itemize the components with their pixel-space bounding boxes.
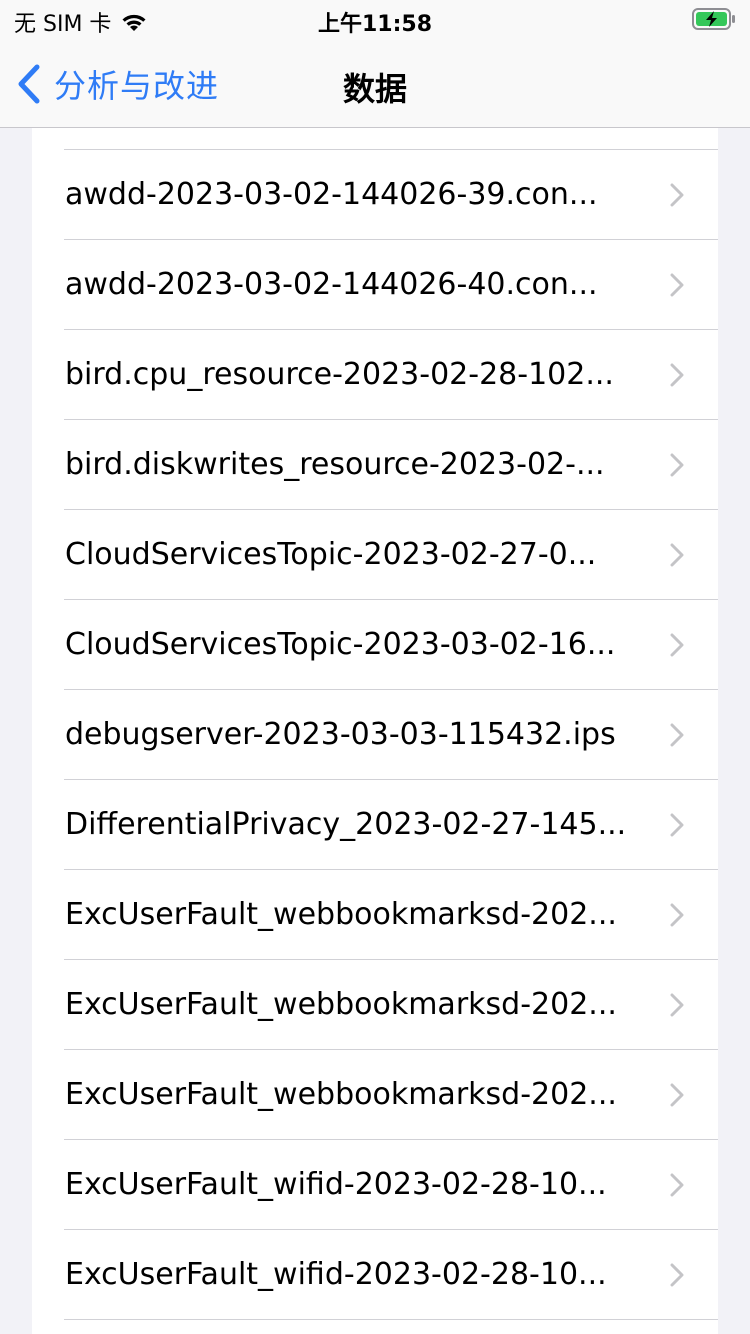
list-item[interactable]: ExcUserFault_wifid-2023-02-28-10... [32,1140,718,1230]
list-item[interactable]: awdd-2023-03-02-144026-39.con... [32,150,718,240]
list-item[interactable]: bird.cpu_resource-2023-02-28-102... [32,330,718,420]
navigation-bar: 分析与改进 数据 [0,40,750,128]
list-item[interactable]: CloudServicesTopic-2023-02-27-0... [32,510,718,600]
chevron-right-icon [670,723,684,747]
list-item-label: debugserver-2023-03-03-115432.ips [65,717,616,752]
list-item-label: bird.diskwrites_resource-2023-02-... [65,447,605,482]
page-title: 数据 [342,70,407,108]
list-item-label: ExcUserFault_webbookmarksd-202... [65,987,617,1022]
list-item-label: CloudServicesTopic-2023-02-27-0... [65,537,597,572]
list-item[interactable]: ExcUserFault_webbookmarksd-202... [32,1050,718,1140]
chevron-right-icon [670,1263,684,1287]
list-item-label: ExcUserFault_wifid-2023-02-28-10... [65,1167,607,1202]
chevron-right-icon [670,273,684,297]
list-item[interactable]: CloudServicesTopic-2023-03-02-16... [32,600,718,690]
list-item-label: bird.cpu_resource-2023-02-28-102... [65,357,614,392]
status-bar: 无 SIM 卡 上午11:58 [0,0,750,40]
status-right [692,8,736,34]
chevron-right-icon [670,183,684,207]
list-item-label: ExcUserFault_webbookmarksd-202... [65,1077,617,1112]
chevron-right-icon [670,1173,684,1197]
list-item-label: DifferentialPrivacy_2023-02-27-145... [65,807,627,842]
list-item-label: awdd-2023-03-02-144026-39.con... [65,177,598,212]
list-item-label: ExcUserFault_wifid-2023-02-28-10... [65,1257,607,1292]
list-item[interactable]: awdd-2023-03-02-144026-40.con... [32,240,718,330]
list-item-partial [32,128,718,150]
status-time: 上午11:58 [317,12,433,37]
chevron-right-icon [670,363,684,387]
chevron-right-icon [670,813,684,837]
list-item-label: awdd-2023-03-02-144026-40.con... [65,267,598,302]
chevron-right-icon [670,543,684,567]
list-item[interactable]: DifferentialPrivacy_2023-02-27-145... [32,780,718,870]
chevron-right-icon [670,1083,684,1107]
list-item[interactable]: ExcUserFault_webbookmarksd-202... [32,960,718,1050]
list-item[interactable]: bird.diskwrites_resource-2023-02-... [32,420,718,510]
list-item-label: ExcUserFault_webbookmarksd-202... [65,897,617,932]
data-file-list: awdd-2023-03-02-144026-39.con... awdd-20… [32,128,718,1334]
list-item[interactable]: ExcUserFault_webbookmarksd-202... [32,870,718,960]
chevron-right-icon [670,993,684,1017]
chevron-right-icon [670,453,684,477]
list-item-label: CloudServicesTopic-2023-03-02-16... [65,627,616,662]
battery-charging-icon [692,8,735,30]
list-item[interactable]: ExcUserFault_wifid-2023-02-28-10... [32,1230,718,1320]
chevron-right-icon [670,633,684,657]
chevron-right-icon [670,903,684,927]
list-item[interactable]: debugserver-2023-03-03-115432.ips [32,690,718,780]
